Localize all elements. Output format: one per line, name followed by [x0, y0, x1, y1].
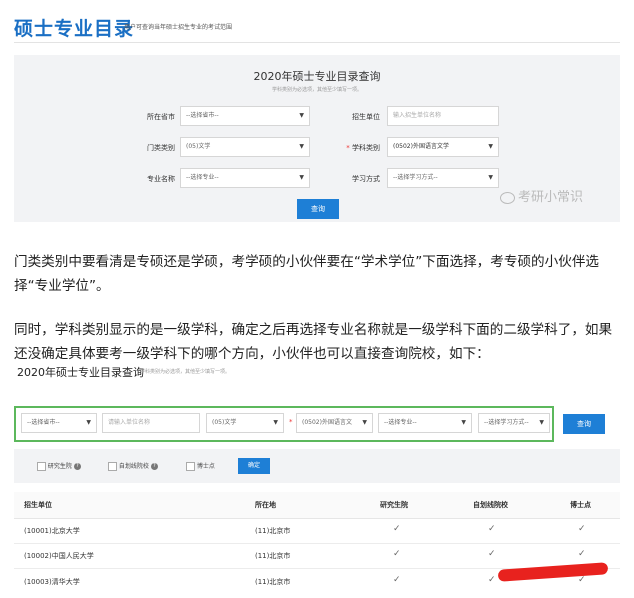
table-cell-location: (11)北京市	[255, 552, 291, 560]
table-cell-unit[interactable]: (10003)清华大学	[24, 577, 80, 587]
watermark: 考研小常识	[500, 186, 583, 205]
watermark-text: 考研小常识	[518, 190, 584, 205]
unit-input-2[interactable]: 请输入单位名称	[102, 413, 200, 433]
col-self-line: 自划线院校	[473, 501, 508, 509]
chevron-down-icon: ▼	[86, 419, 91, 426]
required-marker-2: *	[289, 418, 293, 426]
required-marker: *	[346, 144, 350, 152]
chevron-down-icon: ▼	[488, 174, 493, 181]
paragraph-1: 门类类别中要看清是专硕还是学硕，考学硕的小伙伴要在“学术学位”下面选择，考专硕的…	[14, 254, 600, 294]
chevron-down-icon: ▼	[461, 419, 466, 426]
grad-school-checkbox[interactable]	[37, 462, 46, 471]
self-line-filter[interactable]: 自划线院校 ?	[108, 461, 158, 471]
check-icon: ✓	[578, 575, 586, 585]
col-grad-school: 研究生院	[380, 501, 408, 509]
col-unit: 招生单位	[24, 501, 52, 509]
check-icon: ✓	[488, 575, 496, 585]
page-title: 硕士专业目录	[14, 18, 135, 40]
major-select[interactable]: --选择专业-- ▼	[180, 168, 310, 188]
chevron-down-icon: ▼	[488, 143, 493, 150]
table-cell-unit[interactable]: (10002)中国人民大学	[24, 551, 94, 561]
unit-input[interactable]: 输入招生单位名称	[387, 106, 499, 126]
mode-label: 学习方式	[352, 175, 380, 183]
subject-label-text: 学科类别	[352, 144, 380, 152]
major-label: 专业名称	[147, 175, 175, 183]
search-panel-hint: 学科类别为必选项，其他至少填写一项。	[271, 87, 362, 93]
self-line-checkbox[interactable]	[108, 462, 117, 471]
mode-select-2-value: --选择学习方式--	[484, 419, 529, 426]
grad-school-label: 研究生院	[47, 463, 72, 470]
chevron-down-icon: ▼	[299, 143, 304, 150]
red-scribble-mark	[497, 562, 609, 582]
category-select[interactable]: (05)文学 ▼	[180, 137, 310, 157]
second-panel-title: 2020年硕士专业目录查询	[17, 366, 144, 379]
filter-row	[14, 449, 620, 483]
province-label: 所在省市	[147, 113, 175, 121]
help-icon[interactable]: ?	[150, 463, 158, 470]
header-divider	[14, 42, 620, 43]
check-icon: ✓	[578, 524, 586, 534]
doctoral-label: 博士点	[196, 463, 215, 470]
check-icon: ✓	[393, 524, 401, 534]
category-select-2-value: (05)文学	[212, 419, 237, 426]
mode-select-value: --选择学习方式--	[393, 174, 438, 181]
col-doctoral: 博士点	[570, 501, 591, 509]
check-icon: ✓	[578, 549, 586, 559]
chevron-down-icon: ▼	[273, 419, 278, 426]
check-icon: ✓	[393, 549, 401, 559]
page-subtitle: 用户可查询当年硕士招生专业的考试范围	[124, 24, 233, 31]
paragraph-2: 同时，学科类别显示的是一级学科，确定之后再选择专业名称就是一级学科下面的二级学科…	[14, 322, 613, 362]
confirm-button[interactable]: 确定	[238, 458, 270, 474]
major-select-value: --选择专业--	[186, 174, 219, 181]
grad-school-filter[interactable]: 研究生院 ?	[37, 461, 81, 471]
search-panel-title: 2020年硕士专业目录查询	[253, 70, 381, 83]
check-icon: ✓	[488, 549, 496, 559]
table-header	[14, 492, 620, 519]
check-icon: ✓	[488, 524, 496, 534]
help-icon[interactable]: ?	[73, 463, 81, 470]
category-label: 门类类别	[147, 144, 175, 152]
search-button-2[interactable]: 查询	[563, 414, 605, 434]
category-select-2[interactable]: (05)文学 ▼	[206, 413, 284, 433]
table-cell-unit[interactable]: (10001)北京大学	[24, 526, 80, 536]
table-cell-location: (11)北京市	[255, 578, 291, 586]
major-select-2-value: --选择专业--	[384, 419, 417, 426]
self-line-label: 自划线院校	[118, 463, 149, 470]
subject-select[interactable]: (0502)外国语言文学 ▼	[387, 137, 499, 157]
search-button[interactable]: 查询	[297, 199, 339, 219]
province-select[interactable]: --选择省市-- ▼	[180, 106, 310, 126]
subject-select-2-value: (0502)外国语言文	[302, 419, 352, 426]
subject-select-value: (0502)外国语言文学	[393, 143, 449, 150]
unit-label: 招生单位	[352, 113, 380, 121]
major-select-2[interactable]: --选择专业-- ▼	[378, 413, 472, 433]
category-select-value: (05)文学	[186, 143, 211, 150]
chevron-down-icon: ▼	[299, 174, 304, 181]
province-select-2-value: --选择省市--	[27, 419, 60, 426]
mode-select-2[interactable]: --选择学习方式-- ▼	[478, 413, 550, 433]
table-cell-location: (11)北京市	[255, 527, 291, 535]
check-icon: ✓	[393, 575, 401, 585]
doctoral-checkbox[interactable]	[186, 462, 195, 471]
chevron-down-icon: ▼	[539, 419, 544, 426]
chevron-down-icon: ▼	[299, 112, 304, 119]
row-divider	[14, 543, 620, 544]
doctoral-filter[interactable]: 博士点	[186, 461, 215, 471]
subject-label: * 学科类别	[320, 143, 380, 153]
subject-select-2[interactable]: (0502)外国语言文 ▼	[296, 413, 373, 433]
wechat-icon	[500, 191, 515, 204]
chevron-down-icon: ▼	[362, 419, 367, 426]
col-location: 所在地	[255, 501, 276, 509]
second-panel-hint: 学科类别为必选项，其他至少填写一项。	[140, 369, 231, 375]
province-select-value: --选择省市--	[186, 112, 219, 119]
province-select-2[interactable]: --选择省市-- ▼	[21, 413, 97, 433]
mode-select[interactable]: --选择学习方式-- ▼	[387, 168, 499, 188]
